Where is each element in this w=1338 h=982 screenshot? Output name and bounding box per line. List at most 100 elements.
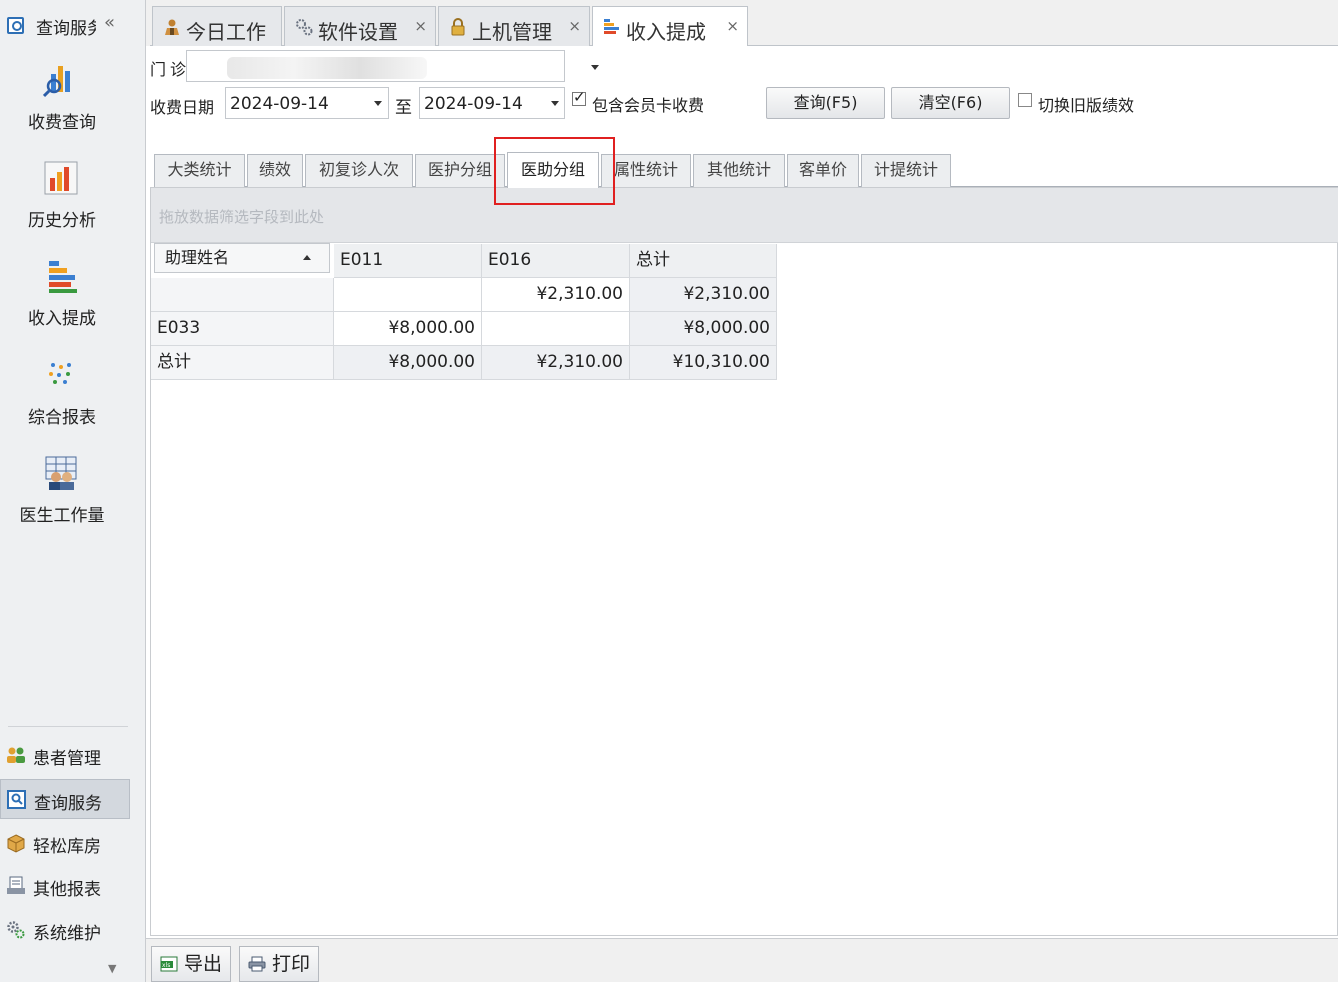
bar-chart-search-icon — [43, 66, 70, 98]
blurred-value — [227, 57, 427, 79]
sidebar-item-label: 其他报表 — [33, 880, 101, 900]
table-cell — [334, 278, 482, 312]
tab-per-customer-price[interactable]: 客单价 — [787, 154, 859, 187]
export-label: 导出 — [184, 953, 223, 975]
bottom-toolbar: xls 导出 打印 — [146, 938, 1338, 982]
department-label: 门诊 — [150, 60, 191, 79]
sidebar-item-history-analysis[interactable]: 历史分析 — [0, 160, 124, 250]
income-bars-icon — [604, 19, 619, 34]
excel-export-icon: xls — [160, 956, 178, 972]
navigation-sidebar: 查询服务 « 收费查询 历史分析 收入提成 综合报表 医生工作量 患者管理 查询… — [0, 0, 146, 982]
sidebar-item-fee-query[interactable]: 收费查询 — [0, 62, 124, 152]
include-member-card-label: 包含会员卡收费 — [592, 96, 705, 115]
chevron-down-icon — [591, 65, 599, 70]
sidebar-divider — [8, 726, 128, 727]
dots-report-icon — [49, 363, 71, 384]
date-to-value: 2024-09-14 — [424, 94, 523, 114]
printer-icon — [248, 956, 266, 972]
sidebar-item-label: 历史分析 — [28, 211, 96, 231]
date-from-value: 2024-09-14 — [230, 94, 329, 114]
history-chart-icon — [44, 161, 78, 195]
date-from-picker[interactable]: 2024-09-14 — [225, 87, 389, 119]
close-icon[interactable]: × — [568, 17, 581, 35]
sidebar-item-patient-management[interactable]: 患者管理 — [0, 735, 130, 775]
tab-machine-management[interactable]: 上机管理 × — [438, 6, 590, 46]
tab-nurse-group[interactable]: 医护分组 — [415, 154, 505, 187]
sidebar-item-comprehensive-report[interactable]: 综合报表 — [0, 357, 124, 447]
sidebar-item-label: 轻松库房 — [33, 837, 101, 857]
table-cell-total: ¥2,310.00 — [482, 346, 630, 380]
switch-old-performance-label: 切换旧版绩效 — [1038, 96, 1135, 115]
tab-performance[interactable]: 绩效 — [247, 154, 303, 187]
tab-category-stats[interactable]: 大类统计 — [154, 154, 245, 187]
column-header[interactable]: 总计 — [630, 244, 777, 278]
query-service-icon — [7, 17, 24, 34]
row-field-assistant-name[interactable]: 助理姓名 — [154, 243, 330, 273]
lock-icon — [451, 18, 465, 36]
table-cell-total: ¥2,310.00 — [630, 278, 777, 312]
sidebar-item-label: 收入提成 — [28, 309, 96, 329]
table-cell-total: ¥8,000.00 — [334, 346, 482, 380]
include-member-card-checkbox[interactable] — [572, 88, 586, 106]
tab-label: 收入提成 — [626, 20, 706, 44]
table-cell-total: ¥8,000.00 — [630, 312, 777, 346]
highlight-annotation — [494, 137, 615, 205]
row-header-total[interactable]: 总计 — [151, 346, 334, 380]
print-label: 打印 — [272, 953, 311, 975]
warehouse-icon — [7, 834, 25, 853]
tab-software-settings[interactable]: 软件设置 × — [284, 6, 436, 46]
sidebar-item-label: 查询服务 — [34, 794, 102, 814]
gears-icon — [7, 921, 25, 939]
print-button[interactable]: 打印 — [239, 946, 319, 982]
svg-text:xls: xls — [162, 962, 170, 969]
tab-visit-counts[interactable]: 初复诊人次 — [305, 154, 413, 187]
query-service-icon — [7, 790, 26, 809]
sidebar-item-label: 系统维护 — [33, 924, 101, 944]
income-commission-panel: 门诊 收费日期 2024-09-14 至 2024-09-14 包含会员卡收费 … — [146, 46, 1338, 982]
pivot-grid: 拖放数据筛选字段到此处 助理姓名 E011 E016 总计 ¥2,310.00 … — [150, 187, 1338, 936]
row-field-label: 助理姓名 — [165, 248, 230, 267]
tab-today-work[interactable]: 今日工作 — [152, 6, 282, 46]
sidebar-item-income-commission[interactable]: 收入提成 — [0, 258, 124, 348]
clear-button[interactable]: 清空(F6) — [891, 87, 1010, 119]
sidebar-item-doctor-workload[interactable]: 医生工作量 — [0, 455, 124, 545]
filter-drop-area[interactable]: 拖放数据筛选字段到此处 — [151, 188, 1338, 243]
close-icon[interactable]: × — [414, 17, 427, 35]
column-header[interactable]: E016 — [482, 244, 630, 278]
tab-accrual-stats[interactable]: 计提统计 — [861, 154, 951, 187]
chevron-down-icon — [551, 101, 559, 106]
statistics-tab-bar: 大类统计 绩效 初复诊人次 医护分组 医助分组 属性统计 其他统计 客单价 计提… — [154, 152, 1338, 188]
sidebar-item-label: 综合报表 — [28, 408, 96, 428]
settings-icon — [296, 19, 313, 36]
report-icon — [7, 876, 25, 894]
tab-income-commission[interactable]: 收入提成 × — [592, 6, 748, 47]
date-to-picker[interactable]: 2024-09-14 — [419, 87, 565, 119]
fee-date-label: 收费日期 — [150, 98, 215, 117]
export-button[interactable]: xls 导出 — [151, 946, 231, 982]
row-header[interactable] — [151, 278, 334, 312]
department-select[interactable] — [186, 50, 599, 82]
sidebar-item-easy-warehouse[interactable]: 轻松库房 — [0, 823, 130, 863]
query-button[interactable]: 查询(F5) — [766, 87, 885, 119]
chevron-down-icon — [374, 101, 382, 106]
sidebar-item-other-reports[interactable]: 其他报表 — [0, 866, 130, 906]
sidebar-more-chevron-icon[interactable]: ▼ — [108, 962, 116, 975]
tab-other-stats[interactable]: 其他统计 — [693, 154, 785, 187]
table-cell-total: ¥10,310.00 — [630, 346, 777, 380]
switch-old-performance-checkbox[interactable] — [1018, 93, 1032, 107]
row-header[interactable]: E033 — [151, 312, 334, 346]
sidebar-item-system-maintenance[interactable]: 系统维护 — [0, 910, 130, 950]
sidebar-item-label: 收费查询 — [28, 113, 96, 133]
collapse-sidebar-button[interactable]: « — [104, 12, 115, 33]
patients-icon — [7, 747, 25, 763]
column-header[interactable]: E011 — [334, 244, 482, 278]
sidebar-item-query-service[interactable]: 查询服务 — [0, 779, 130, 819]
sidebar-header-title: 查询服务 — [36, 19, 96, 39]
close-icon[interactable]: × — [726, 17, 739, 35]
sort-ascending-icon — [303, 255, 311, 260]
document-tab-bar: 今日工作 软件设置 × 上机管理 × 收入提成 × — [150, 4, 1338, 47]
drop-hint: 拖放数据筛选字段到此处 — [159, 208, 325, 226]
income-bars-icon — [49, 261, 77, 293]
tab-label: 今日工作 — [186, 20, 266, 44]
to-label: 至 — [395, 98, 412, 118]
